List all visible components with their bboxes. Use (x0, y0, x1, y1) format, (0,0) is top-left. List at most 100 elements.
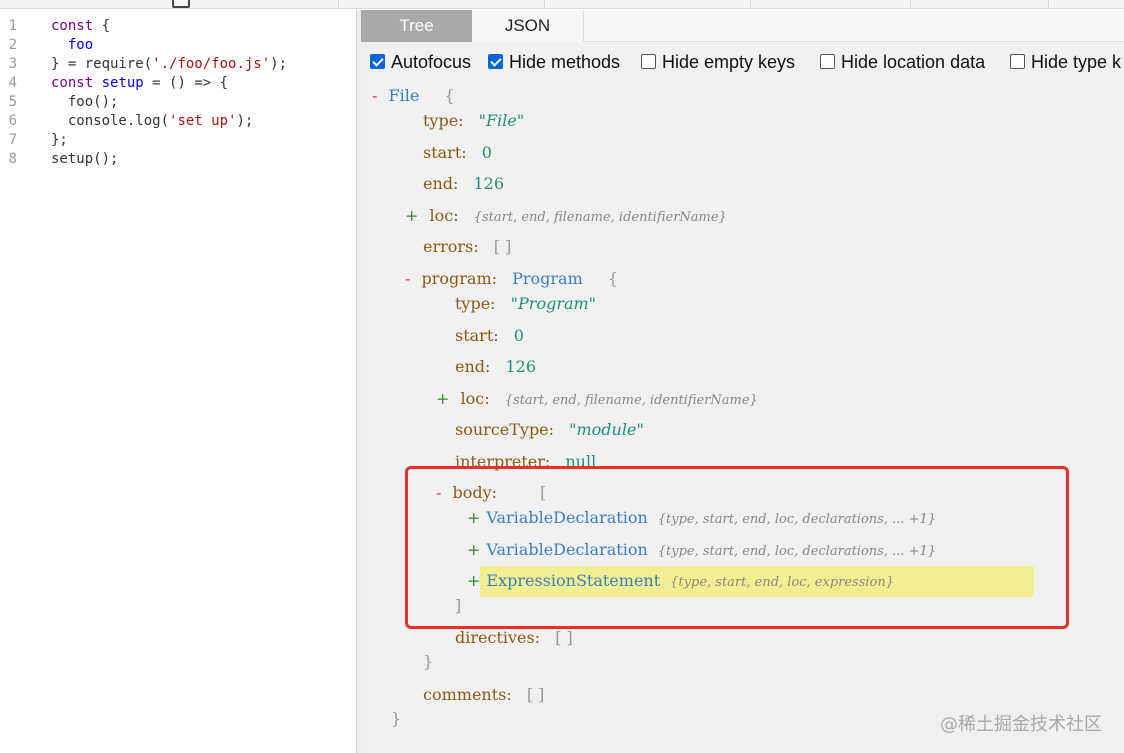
prop-key: start: (455, 326, 499, 345)
toolbar-separator (1048, 0, 1049, 9)
output-tabs: Tree JSON (361, 10, 1124, 42)
collapse-toggle[interactable]: - (405, 269, 410, 288)
code-token: ); (236, 113, 254, 129)
tree-prop-program-type: type: "Program" (455, 293, 596, 315)
line-code: const { (25, 17, 110, 36)
prop-value: 126 (473, 174, 505, 193)
code-line[interactable]: 2 foo (0, 36, 94, 55)
prop-key: directives: (455, 628, 541, 647)
toolbar-separator (338, 0, 339, 9)
prop-summary: {start, end, filename, identifierName} (504, 393, 758, 408)
code-line[interactable]: 6 console.log('set up'); (0, 112, 254, 131)
option-hide-methods-checkbox[interactable] (488, 54, 503, 69)
prop-value: "Program" (510, 294, 597, 313)
tree-node-file[interactable]: - File { (372, 85, 455, 107)
line-number: 3 (8, 56, 17, 72)
tab-tree[interactable]: Tree (361, 10, 472, 42)
tree-prop-errors: errors: [ ] (423, 236, 511, 258)
prop-key: start: (423, 143, 467, 162)
prop-value: [ ] (555, 628, 573, 647)
option-autofocus-label: Autofocus (391, 52, 472, 72)
option-hide-type-keys-checkbox[interactable] (1010, 54, 1025, 69)
prop-key: errors: (423, 237, 479, 256)
code-token: ); (270, 56, 288, 72)
code-line[interactable]: 8 setup(); (0, 150, 119, 169)
close-brace: } (423, 652, 434, 671)
line-code: } = require('./foo/foo.js'); (25, 55, 287, 74)
tab-json[interactable]: JSON (472, 10, 584, 42)
line-number: 7 (8, 132, 17, 148)
toolbar-document-icon[interactable] (172, 0, 190, 8)
prop-key: type: (423, 111, 464, 130)
option-hide-type-keys-label: Hide type k (1031, 52, 1122, 72)
option-hide-methods-label: Hide methods (509, 52, 621, 72)
node-type-name: File (388, 86, 420, 105)
code-token: console.log( (51, 113, 170, 129)
line-code: }; (25, 131, 68, 150)
option-hide-empty-keys-checkbox[interactable] (641, 54, 656, 69)
tree-prop-start: start: 0 (423, 142, 492, 164)
tree-options-bar: Autofocus Hide methods Hide empty keys Hide… (361, 48, 1124, 76)
code-line[interactable]: 3 } = require('./foo/foo.js'); (0, 55, 287, 74)
top-toolbar-strip (0, 0, 1124, 9)
expand-toggle[interactable]: + (405, 206, 418, 225)
prop-value: [ ] (493, 237, 512, 256)
code-token: setup (101, 75, 144, 91)
tree-prop-directives: directives: [ ] (455, 627, 573, 649)
option-autofocus-checkbox[interactable] (370, 54, 385, 69)
prop-value: [ ] (526, 685, 545, 704)
line-number: 4 (8, 75, 17, 91)
prop-value: 0 (513, 326, 524, 345)
tree-prop-program-start: start: 0 (455, 325, 524, 347)
prop-value: 0 (481, 143, 492, 162)
prop-key: type: (455, 294, 496, 313)
prop-key: end: (423, 174, 459, 193)
code-line[interactable]: 4 const setup = () => { (0, 74, 228, 93)
code-token: foo(); (51, 94, 119, 110)
line-number: 5 (8, 94, 17, 110)
collapse-toggle[interactable]: - (372, 86, 377, 105)
prop-key: comments: (423, 685, 512, 704)
toolbar-separator (544, 0, 545, 9)
program-close-brace: } (423, 651, 433, 673)
tree-prop-loc[interactable]: + loc: {start, end, filename, identifier… (405, 205, 727, 227)
tree-prop-program-end: end: 126 (455, 356, 536, 378)
line-code: foo (25, 36, 93, 55)
option-hide-location-data-checkbox[interactable] (820, 54, 835, 69)
option-hide-empty-keys-label: Hide empty keys (662, 52, 796, 72)
code-line[interactable]: 1 const { (0, 17, 110, 36)
code-token: { (93, 18, 111, 34)
line-code: console.log('set up'); (25, 112, 253, 131)
prop-value: "module" (569, 420, 644, 439)
toolbar-separator (910, 0, 911, 9)
tree-prop-source-type: sourceType: "module" (455, 419, 644, 441)
expand-toggle[interactable]: + (436, 389, 449, 408)
code-line[interactable]: 5 foo(); (0, 93, 119, 112)
prop-value: "File" (478, 111, 525, 130)
code-editor[interactable]: 1 const {2 foo 3} = require('./foo/foo.js'… (0, 10, 356, 753)
line-number: 2 (8, 37, 17, 53)
code-token: }; (51, 132, 68, 148)
prop-key: loc: (460, 389, 490, 408)
code-token: foo (51, 37, 94, 53)
line-number: 6 (8, 113, 17, 129)
toolbar-separator (750, 0, 751, 9)
open-brace: { (607, 269, 619, 288)
code-token: const (51, 18, 94, 34)
tree-node-program[interactable]: - program: Program { (405, 268, 618, 290)
tree-prop-program-loc[interactable]: + loc: {start, end, filename, identifier… (436, 388, 758, 410)
code-token: = () => { (143, 75, 229, 91)
code-token: const (51, 75, 94, 91)
prop-key: end: (455, 357, 491, 376)
code-line[interactable]: 7}; (0, 131, 68, 150)
option-hide-location-data-label: Hide location data (841, 52, 986, 72)
prop-key: sourceType: (455, 420, 555, 439)
close-brace: } (391, 709, 402, 728)
file-close-brace: } (391, 708, 401, 730)
line-number: 1 (8, 18, 17, 34)
open-brace: { (444, 86, 455, 105)
line-number: 8 (8, 151, 17, 167)
prop-summary: {start, end, filename, identifierName} (473, 210, 727, 225)
line-code: foo(); (25, 93, 119, 112)
annotation-red-box (405, 466, 1069, 629)
